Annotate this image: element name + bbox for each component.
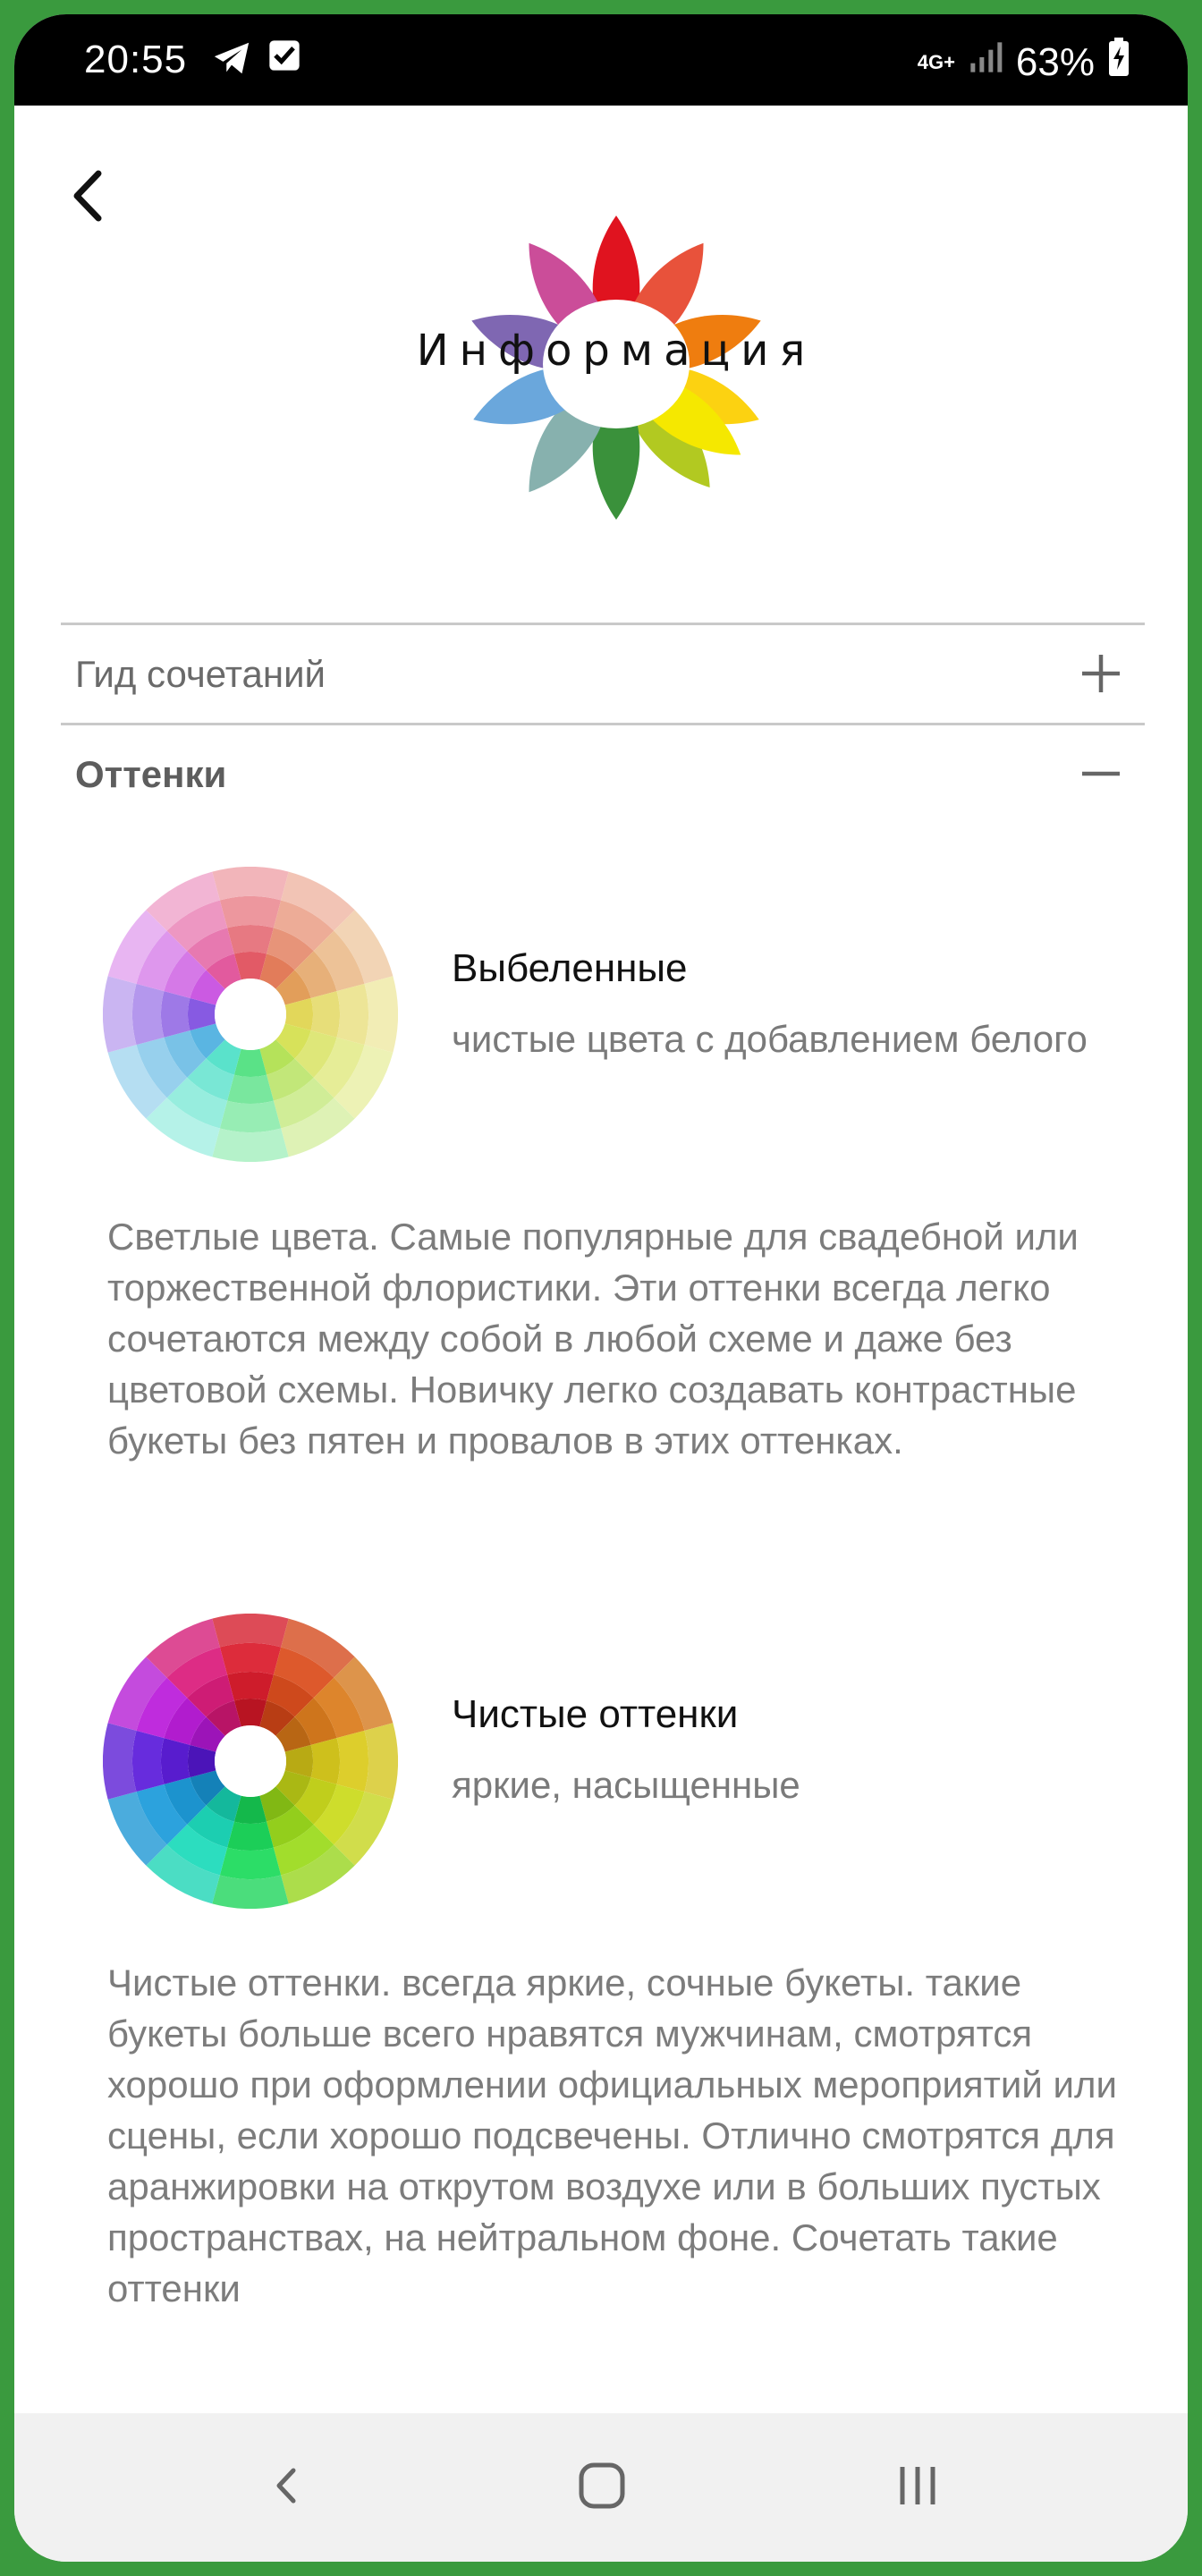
wheel-segment [227, 1074, 274, 1104]
shade-description: Светлые цвета. Самые популярные для свад… [107, 1216, 1079, 1462]
back-button[interactable] [57, 156, 120, 236]
back-nav-icon[interactable] [256, 2454, 318, 2517]
wheel-segment [227, 925, 274, 954]
shade-title: Выбеленные [452, 946, 688, 990]
telegram-icon [211, 38, 252, 89]
wheel-center [215, 979, 286, 1050]
wheel-segment [227, 1821, 274, 1851]
page-title: Информация [416, 326, 817, 376]
chevron-left-icon [73, 170, 102, 222]
status-bar: 20:55 4G+ 63% [14, 14, 1188, 106]
wheel-center [215, 1725, 286, 1797]
recents-nav-icon[interactable] [886, 2454, 949, 2517]
wheel-segment [219, 1100, 282, 1132]
divider [61, 623, 1145, 625]
wheel-segment [336, 983, 368, 1046]
wheel-segment [103, 976, 137, 1053]
wheel-segment [161, 1738, 190, 1784]
pure-color-wheel-image [103, 1614, 398, 1909]
wheel-segment [336, 1730, 368, 1792]
shade-title: Чистые оттенки [452, 1692, 739, 1736]
navigation-bar [14, 2413, 1188, 2562]
wheel-segment [219, 1643, 282, 1675]
wheel-segment [212, 1614, 289, 1648]
wheel-segment [132, 1730, 165, 1792]
minus-icon[interactable] [1079, 751, 1123, 796]
wheel-segment [310, 1738, 340, 1784]
wheel-segment [364, 1723, 398, 1800]
phone-screen: 20:55 4G+ 63% Информация Гид сочетаний О… [14, 14, 1188, 2562]
status-time: 20:55 [84, 38, 188, 81]
tint-color-wheel-image [103, 867, 398, 1162]
network-type: 4G+ [917, 50, 955, 73]
wheel-segment [219, 896, 282, 928]
checkbox-notification-icon [267, 38, 302, 83]
wheel-segment [310, 991, 340, 1038]
plus-icon[interactable] [1079, 651, 1123, 696]
wheel-segment [212, 1128, 289, 1162]
wheel-segment [212, 1875, 289, 1909]
wheel-segment [132, 983, 165, 1046]
wheel-segment [219, 1847, 282, 1879]
signal-icon [968, 39, 1003, 85]
shade-description: Чистые оттенки. всегда яркие, сочные бук… [107, 1962, 1117, 2309]
wheel-segment [212, 867, 289, 901]
shade-subtitle: чистые цвета с добавлением белого [452, 1018, 1088, 1060]
wheel-segment [227, 1672, 274, 1701]
shade-subtitle: яркие, насыщенные [452, 1764, 800, 1806]
wheel-segment [103, 1723, 137, 1800]
divider [61, 723, 1145, 725]
accordion-guide-title[interactable]: Гид сочетаний [75, 653, 326, 696]
wheel-segment [161, 991, 190, 1038]
battery-charging-icon [1107, 38, 1130, 87]
accordion-shades-title[interactable]: Оттенки [75, 753, 226, 796]
battery-percent: 63% [1015, 39, 1095, 84]
wheel-segment [364, 976, 398, 1053]
home-nav-icon[interactable] [571, 2454, 633, 2517]
